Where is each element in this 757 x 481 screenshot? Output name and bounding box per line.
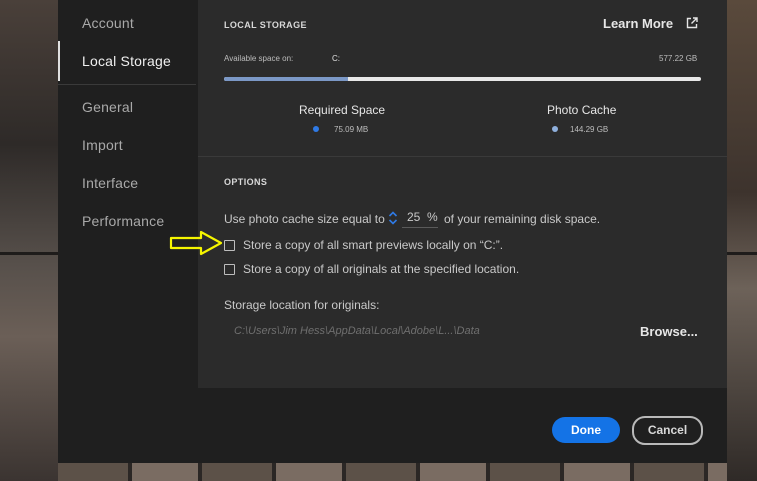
sidebar-item-general[interactable]: General [82, 99, 133, 115]
photo-cache-dot [552, 126, 558, 132]
cache-size-suffix: of your remaining disk space. [444, 212, 601, 226]
done-button[interactable]: Done [552, 417, 620, 443]
storage-usage-bar [224, 77, 701, 81]
section-divider [198, 156, 727, 157]
cancel-button[interactable]: Cancel [632, 416, 703, 445]
total-space-value: 577.22 GB [659, 54, 698, 63]
required-space-label: Required Space [299, 103, 386, 117]
cache-percent-value: 25 [407, 210, 421, 224]
required-space-dot [313, 126, 319, 132]
external-link-icon[interactable] [686, 17, 698, 29]
background-photo-strip [58, 463, 727, 481]
smart-previews-checkbox[interactable] [224, 240, 235, 251]
learn-more-link[interactable]: Learn More [603, 16, 673, 31]
photo-cache-value: 144.29 GB [570, 125, 609, 134]
sidebar-item-interface[interactable]: Interface [82, 175, 138, 191]
sidebar-divider [58, 84, 196, 85]
storage-location-label: Storage location for originals: [224, 298, 380, 312]
sidebar-item-local-storage[interactable]: Local Storage [82, 53, 171, 69]
sidebar-item-import[interactable]: Import [82, 137, 123, 153]
sidebar-item-account[interactable]: Account [82, 15, 134, 31]
background-photo-left [0, 0, 58, 481]
arrow-right-icon [169, 230, 223, 256]
preferences-dialog: Account Local Storage General Import Int… [58, 0, 727, 463]
smart-previews-label[interactable]: Store a copy of all smart previews local… [243, 238, 503, 252]
background-divider-left [0, 252, 58, 255]
cache-percent-input[interactable]: 25 % [407, 210, 438, 224]
storage-path-field[interactable]: C:\Users\Jim Hess\AppData\Local\Adobe\L.… [224, 322, 534, 340]
available-space-label: Available space on: [224, 54, 294, 63]
cache-percent-underline [402, 227, 438, 228]
cache-size-prefix: Use photo cache size equal to [224, 212, 385, 226]
originals-label[interactable]: Store a copy of all originals at the spe… [243, 262, 519, 276]
percent-sign: % [427, 210, 438, 224]
background-photo-right [727, 0, 757, 481]
storage-usage-fill [224, 77, 349, 81]
sidebar-active-indicator [58, 41, 60, 81]
section-title-local-storage: LOCAL STORAGE [224, 20, 307, 30]
section-title-options: OPTIONS [224, 177, 268, 187]
required-space-value: 75.09 MB [334, 125, 369, 134]
browse-button[interactable]: Browse... [640, 324, 698, 339]
local-storage-panel: LOCAL STORAGE Learn More Available space… [198, 0, 727, 388]
sidebar-item-performance[interactable]: Performance [82, 213, 164, 229]
cache-percent-stepper[interactable] [388, 210, 398, 226]
drive-letter: C: [332, 54, 340, 63]
photo-cache-label: Photo Cache [547, 103, 617, 117]
originals-checkbox[interactable] [224, 264, 235, 275]
background-divider-right [727, 252, 757, 255]
